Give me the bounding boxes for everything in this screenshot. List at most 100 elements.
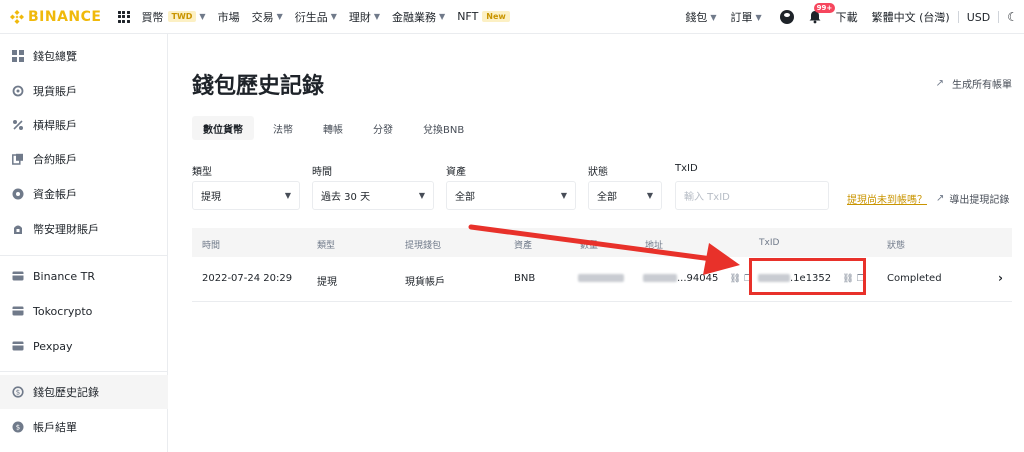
twd-badge: TWD [167, 11, 197, 22]
generate-statement-label: 生成所有帳單 [952, 80, 1012, 91]
asset-filter-label: 資產 [446, 167, 466, 178]
svg-text:$: $ [16, 424, 20, 432]
asset-select-value: 全部 [455, 192, 475, 203]
user-avatar-icon[interactable] [779, 10, 794, 24]
language-label: 繁體中文 (台灣) [871, 11, 950, 24]
sidebar-item-label: Tokocrypto [33, 304, 93, 318]
nav-wallet-label: 錢包 [685, 11, 708, 24]
sidebar-item-margin[interactable]: 槓桿賬戶 [0, 108, 168, 142]
tab-convert-bnb[interactable]: 兌換BNB [412, 116, 475, 140]
row-wallet: 現貨帳戶 [405, 277, 445, 288]
asset-select[interactable]: 全部 ▼ [446, 181, 576, 210]
nav-trade[interactable]: 交易 ▼ [252, 9, 283, 25]
column-header-type: 類型 [317, 241, 336, 251]
sidebar-item-label: 錢包總覽 [33, 50, 77, 63]
sidebar-item-wallet-history[interactable]: $ 錢包歷史記錄 [0, 375, 168, 409]
margin-percent-icon [13, 120, 23, 130]
nav-download[interactable]: 下載 [836, 9, 858, 25]
chevron-down-icon: ▼ [284, 191, 291, 200]
sidebar-item-spot[interactable]: 現貨賬戶 [0, 74, 168, 108]
apps-grid-icon[interactable] [117, 10, 130, 23]
chevron-down-icon: ▼ [646, 191, 653, 200]
chevron-down-icon: ▼ [560, 191, 567, 200]
page-title: 錢包歷史記錄 [192, 74, 325, 99]
nav-nft[interactable]: NFT New [457, 10, 510, 23]
sidebar-item-statement[interactable]: $ 帳戶結單 [0, 410, 168, 444]
language-selector[interactable]: 繁體中文 (台灣) [872, 9, 950, 25]
status-select[interactable]: 全部 ▼ [588, 181, 662, 210]
nav-earn[interactable]: 理財 ▼ [349, 9, 380, 25]
currency-selector[interactable]: USD [967, 11, 991, 24]
nav-trade-label: 交易 [251, 10, 274, 24]
sidebar: 錢包總覽 現貨賬戶 槓桿賬戶 合約賬戶 資金帳戶 幣安理財賬戶 Binance … [0, 34, 168, 452]
nav-right-group: 錢包 ▼ 訂單 ▼ 99+ 下載 繁體中文 (台灣) USD ☾ [671, 0, 1018, 34]
row-address: ...94045 ⛓ ❐ [643, 273, 752, 284]
column-header-status: 狀態 [887, 241, 906, 251]
sidebar-item-label: Binance TR [33, 269, 95, 283]
sidebar-item-futures[interactable]: 合約賬戶 [0, 142, 168, 176]
history-tabs: 數位貨幣 法幣 轉帳 分發 兌換BNB [192, 116, 483, 140]
nav-orders[interactable]: 訂單 ▼ [730, 9, 761, 25]
type-filter-label: 類型 [192, 167, 212, 178]
tab-fiat[interactable]: 法幣 [262, 116, 304, 140]
notification-count-badge: 99+ [813, 3, 836, 13]
chevron-right-icon[interactable]: › [998, 271, 1003, 285]
sidebar-item-label: 合約賬戶 [33, 153, 77, 166]
type-select[interactable]: 提現 ▼ [192, 181, 300, 210]
chevron-down-icon: ▼ [418, 191, 425, 200]
nav-markets-label: 市場 [217, 10, 240, 24]
sidebar-item-funding[interactable]: 資金帳戶 [0, 177, 168, 211]
statement-icon: $ [12, 421, 24, 433]
withdrawal-not-received-link[interactable]: 提現尚未到帳嗎？ [847, 191, 927, 206]
txid-filter-label: TxID [675, 163, 698, 174]
dark-mode-toggle-icon[interactable]: ☾ [1007, 10, 1018, 24]
chevron-down-icon: ▼ [330, 12, 337, 21]
export-withdrawal-label: 導出提現記錄 [949, 195, 1010, 206]
txid-highlight-box [749, 258, 866, 295]
wallet-icon [12, 341, 24, 351]
column-header-wallet: 提現錢包 [405, 241, 442, 251]
sidebar-item-overview[interactable]: 錢包總覽 [0, 39, 168, 73]
export-withdrawal-link[interactable]: ↗ 導出提現記錄 [936, 191, 1009, 206]
link-icon[interactable]: ⛓ [730, 274, 741, 284]
row-divider [192, 301, 1012, 302]
row-amount-redacted [578, 273, 624, 284]
tab-distribution[interactable]: 分發 [362, 116, 404, 140]
txid-input[interactable]: 輸入 TxID [675, 181, 829, 210]
funding-icon [12, 188, 24, 200]
column-header-amount: 數量 [580, 241, 599, 251]
nav-orders-label: 訂單 [730, 11, 753, 24]
history-icon: $ [12, 386, 24, 398]
nav-wallet[interactable]: 錢包 ▼ [685, 9, 716, 25]
notifications-bell-icon[interactable]: 99+ [808, 3, 836, 24]
sidebar-item-earn[interactable]: 幣安理財賬戶 [0, 212, 168, 246]
nav-finance[interactable]: 金融業務 ▼ [392, 9, 445, 25]
row-address-suffix: ...94045 [677, 273, 719, 284]
external-link-icon: ↗ [936, 193, 945, 204]
generate-statement-link[interactable]: ↗ 生成所有帳單 [936, 76, 1012, 91]
nav-earn-label: 理財 [348, 10, 371, 24]
sidebar-item-tokocrypto[interactable]: Tokocrypto [0, 294, 168, 328]
binance-logo-icon [10, 9, 24, 24]
type-select-value: 提現 [201, 192, 221, 203]
time-select[interactable]: 過去 30 天 ▼ [312, 181, 434, 210]
txid-input-placeholder: 輸入 TxID [684, 192, 730, 203]
wallet-icon [12, 306, 24, 316]
sidebar-item-label: 資金帳戶 [33, 188, 77, 201]
sidebar-divider [0, 255, 168, 256]
tab-transfer[interactable]: 轉帳 [312, 116, 354, 140]
binance-logo[interactable]: BINANCE [10, 9, 102, 25]
nav-markets[interactable]: 市場 [218, 9, 240, 25]
status-filter-label: 狀態 [588, 167, 608, 178]
tab-crypto[interactable]: 數位貨幣 [192, 116, 254, 140]
sidebar-item-pexpay[interactable]: Pexpay [0, 329, 168, 363]
chevron-down-icon: ▼ [439, 12, 446, 21]
nav-buy-crypto[interactable]: 買幣 TWD ▼ [142, 9, 206, 25]
futures-icon [12, 153, 23, 165]
sidebar-item-binance-tr[interactable]: Binance TR [0, 259, 168, 293]
sidebar-item-label: 現貨賬戶 [33, 85, 77, 98]
time-select-value: 過去 30 天 [321, 192, 371, 203]
sidebar-item-label: 槓桿賬戶 [33, 119, 77, 132]
nav-derivatives[interactable]: 衍生品 ▼ [295, 9, 337, 25]
earn-icon [14, 225, 22, 234]
